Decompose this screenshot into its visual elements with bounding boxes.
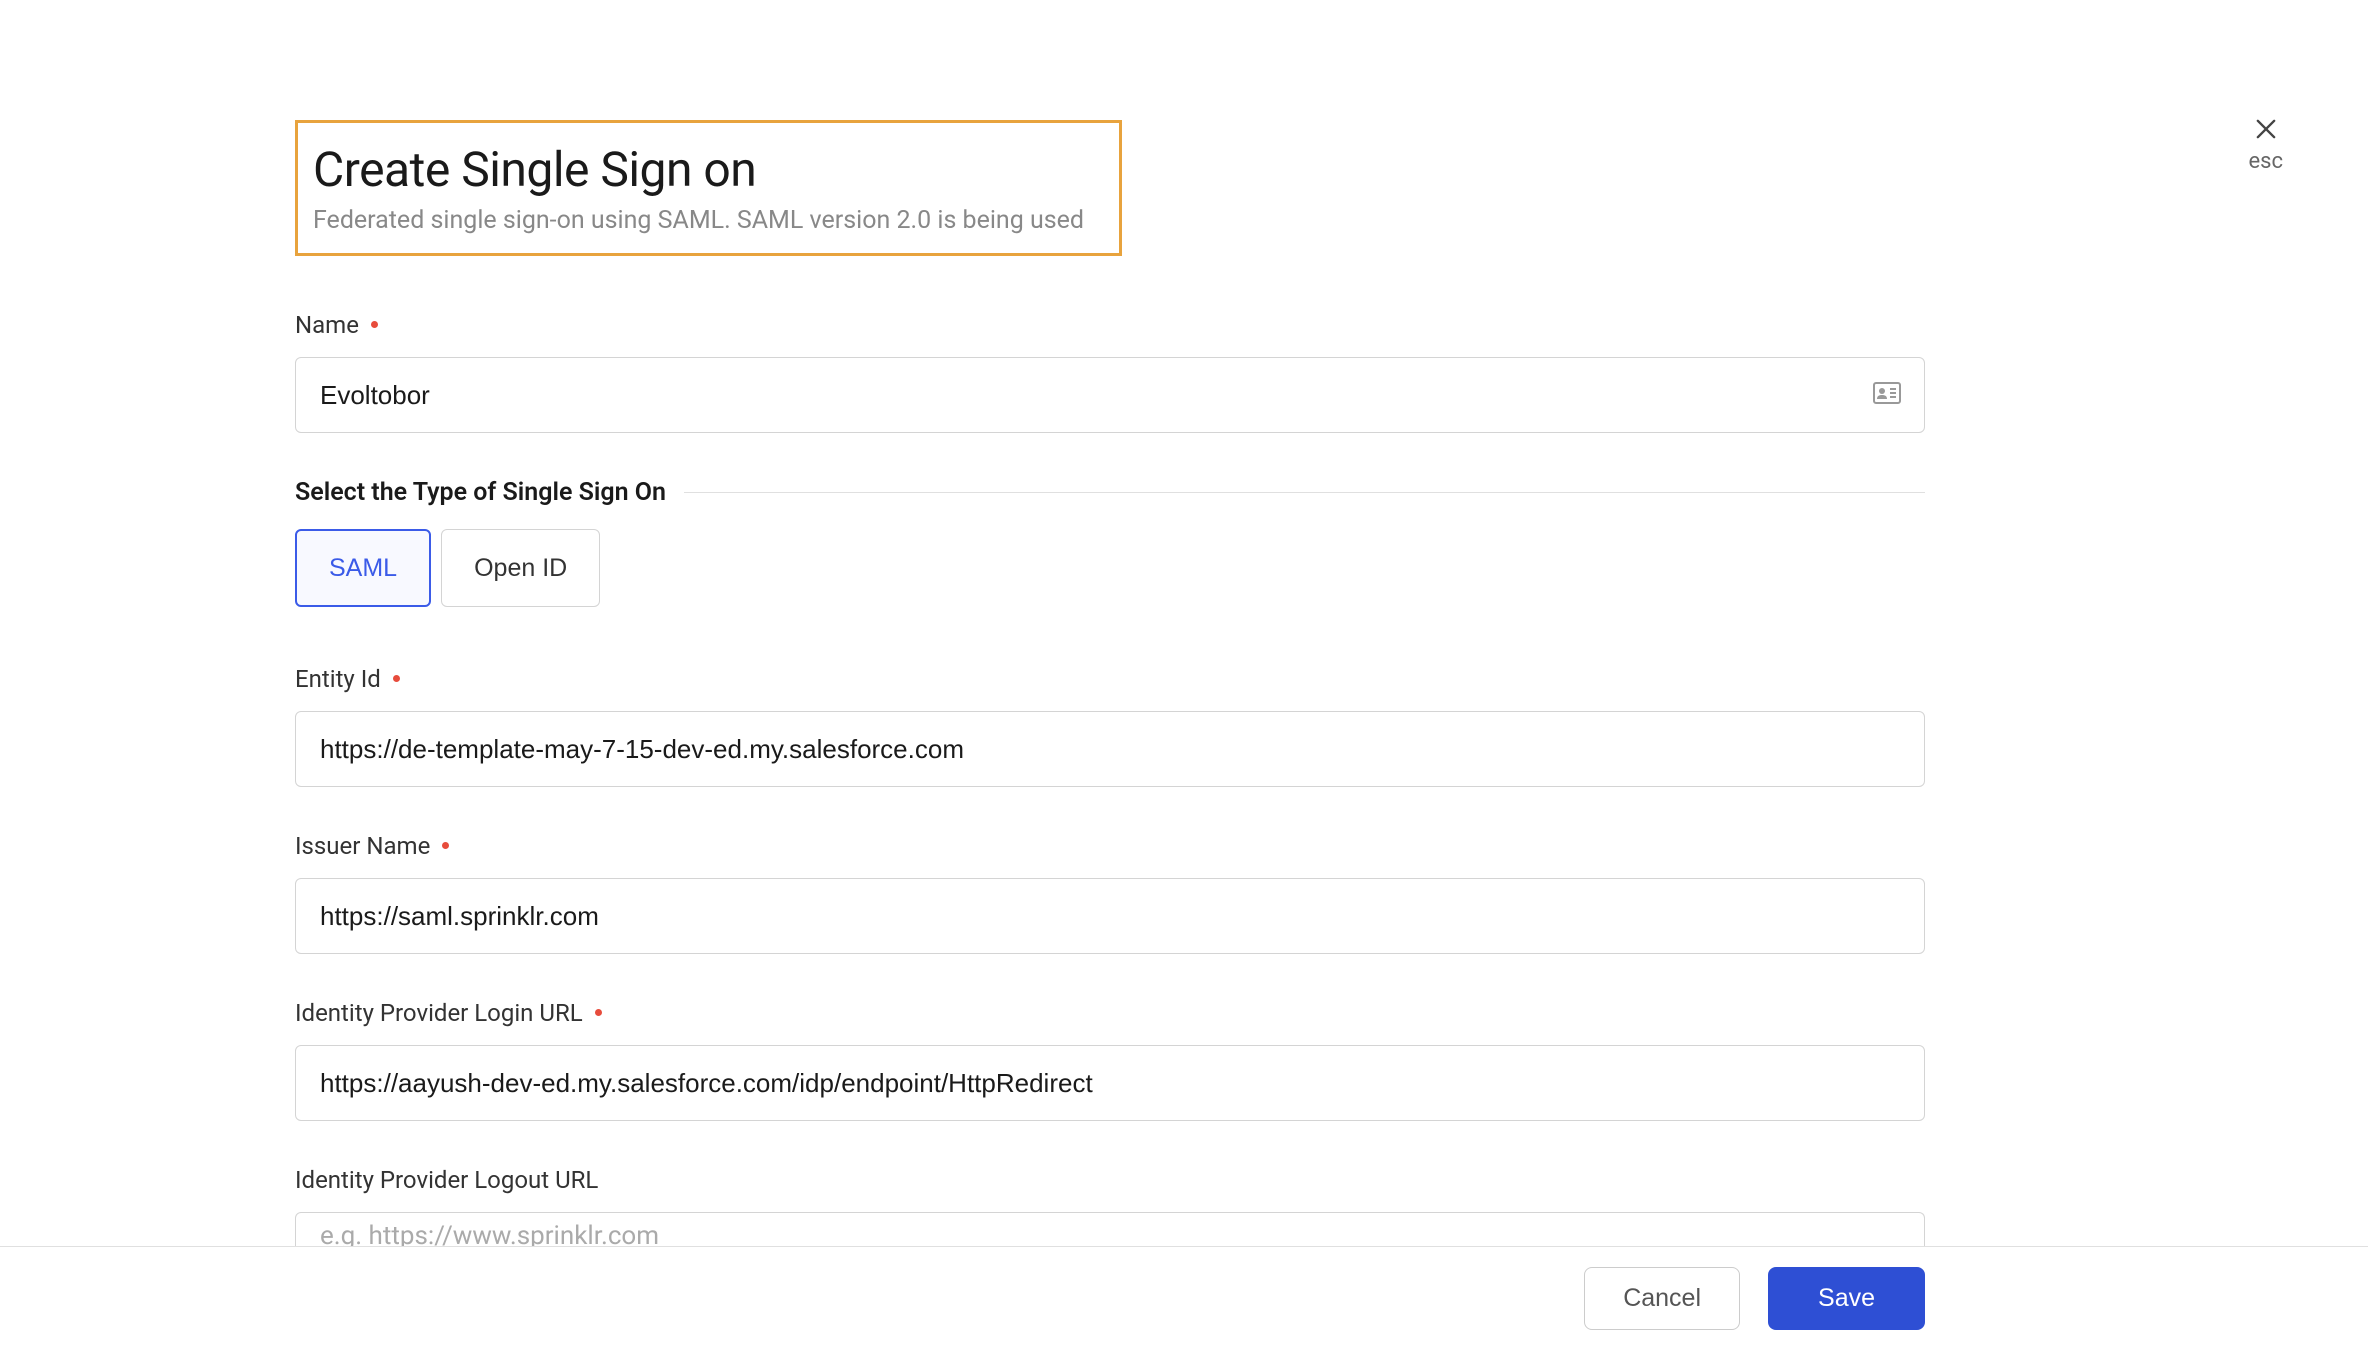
issuer-name-label-text: Issuer Name: [295, 832, 430, 860]
issuer-name-label: Issuer Name: [295, 832, 1925, 860]
idp-login-url-label-text: Identity Provider Login URL: [295, 999, 583, 1027]
close-button[interactable]: esc: [2248, 115, 2283, 174]
name-label-text: Name: [295, 311, 359, 339]
entity-id-label: Entity Id: [295, 665, 1925, 693]
footer-bar: Cancel Save: [0, 1246, 2368, 1350]
idp-login-url-input[interactable]: [295, 1045, 1925, 1121]
entity-id-input[interactable]: [295, 711, 1925, 787]
page-title: Create Single Sign on: [313, 141, 1084, 198]
close-label: esc: [2248, 149, 2283, 174]
close-icon: [2252, 115, 2280, 147]
name-label: Name: [295, 311, 1925, 339]
sso-type-saml-button[interactable]: SAML: [295, 529, 431, 607]
sso-type-openid-button[interactable]: Open ID: [441, 529, 600, 607]
page-subtitle: Federated single sign-on using SAML. SAM…: [313, 206, 1084, 235]
required-indicator-icon: [371, 321, 378, 328]
name-input[interactable]: [295, 357, 1925, 433]
sso-type-toggle-group: SAML Open ID: [295, 529, 1925, 607]
page-header-highlight: Create Single Sign on Federated single s…: [295, 120, 1122, 256]
cancel-button[interactable]: Cancel: [1584, 1267, 1740, 1330]
section-divider: [684, 492, 1925, 493]
save-button[interactable]: Save: [1768, 1267, 1925, 1330]
sso-type-section-label: Select the Type of Single Sign On: [295, 478, 666, 507]
address-card-icon[interactable]: [1873, 382, 1901, 408]
idp-login-url-label: Identity Provider Login URL: [295, 999, 1925, 1027]
required-indicator-icon: [595, 1009, 602, 1016]
required-indicator-icon: [393, 675, 400, 682]
issuer-name-input[interactable]: [295, 878, 1925, 954]
required-indicator-icon: [442, 842, 449, 849]
entity-id-label-text: Entity Id: [295, 665, 381, 693]
